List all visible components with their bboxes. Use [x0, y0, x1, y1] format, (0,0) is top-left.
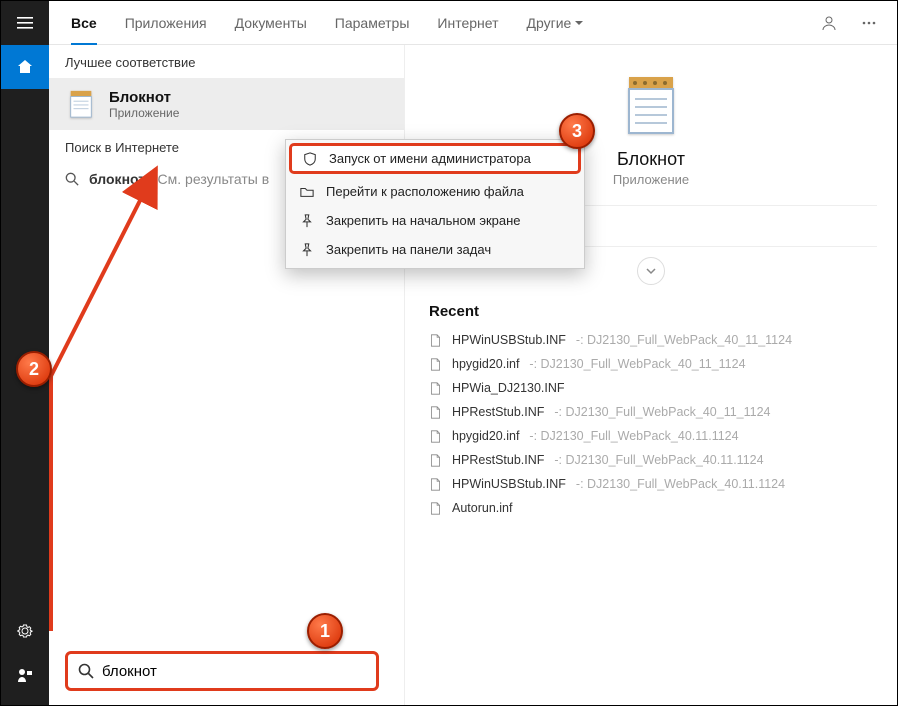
search-input[interactable] [102, 663, 366, 680]
file-icon [429, 478, 442, 491]
ctx-pin-start[interactable]: Закрепить на начальном экране [286, 206, 584, 235]
annotation-badge-2: 2 [16, 351, 52, 387]
ctx-label: Перейти к расположению файла [326, 184, 524, 199]
recent-item[interactable]: HPRestStub.INF -: DJ2130_Full_WebPack_40… [429, 400, 873, 424]
result-title: Блокнот [109, 89, 179, 106]
preview-title: Блокнот [617, 149, 685, 170]
annotation-arrow [41, 161, 191, 641]
recent-item[interactable]: hpygid20.inf -: DJ2130_Full_WebPack_40_1… [429, 352, 873, 376]
home-icon[interactable] [1, 45, 49, 89]
tab-documents[interactable]: Документы [221, 1, 321, 45]
shield-icon [303, 152, 317, 166]
ctx-pin-taskbar[interactable]: Закрепить на панели задач [286, 235, 584, 264]
ctx-label: Запуск от имени администратора [329, 151, 531, 166]
annotation-badge-1: 1 [307, 613, 343, 649]
ctx-open-location[interactable]: Перейти к расположению файла [286, 177, 584, 206]
best-match-header: Лучшее соответствие [49, 45, 404, 78]
context-menu: Запуск от имени администратора Перейти к… [285, 139, 585, 269]
pin-icon [300, 214, 314, 228]
file-icon [429, 406, 442, 419]
result-notepad[interactable]: Блокнот Приложение [49, 78, 404, 130]
more-icon[interactable] [849, 15, 889, 31]
annotation-badge-3: 3 [559, 113, 595, 149]
recent-header: Recent [405, 295, 897, 328]
file-icon [429, 358, 442, 371]
ctx-label: Закрепить на панели задач [326, 242, 491, 257]
tab-all[interactable]: Все [57, 1, 111, 45]
search-icon [78, 663, 94, 679]
file-icon [429, 502, 442, 515]
expand-button[interactable] [637, 257, 665, 285]
recent-item[interactable]: Autorun.inf [429, 496, 873, 520]
search-tabs: Все Приложения Документы Параметры Интер… [49, 1, 897, 45]
recent-item[interactable]: HPWia_DJ2130.INF [429, 376, 873, 400]
recent-item[interactable]: HPRestStub.INF -: DJ2130_Full_WebPack_40… [429, 448, 873, 472]
preview-subtitle: Приложение [613, 172, 689, 187]
tab-settings[interactable]: Параметры [321, 1, 424, 45]
file-icon [429, 334, 442, 347]
file-icon [429, 382, 442, 395]
hamburger-menu[interactable] [1, 1, 49, 45]
folder-icon [300, 185, 314, 199]
file-icon [429, 454, 442, 467]
recent-list: HPWinUSBStub.INF -: DJ2130_Full_WebPack_… [405, 328, 897, 530]
feedback-icon[interactable] [1, 653, 49, 697]
notepad-large-icon [619, 73, 683, 137]
ctx-run-as-admin[interactable]: Запуск от имени администратора [289, 143, 581, 174]
file-icon [429, 430, 442, 443]
tab-apps[interactable]: Приложения [111, 1, 221, 45]
recent-item[interactable]: HPWinUSBStub.INF -: DJ2130_Full_WebPack_… [429, 328, 873, 352]
account-icon[interactable] [809, 15, 849, 31]
tab-internet[interactable]: Интернет [423, 1, 512, 45]
recent-item[interactable]: HPWinUSBStub.INF -: DJ2130_Full_WebPack_… [429, 472, 873, 496]
pin-icon [300, 243, 314, 257]
chevron-down-icon [645, 265, 657, 277]
tab-more[interactable]: Другие [513, 1, 598, 45]
result-subtitle: Приложение [109, 106, 179, 120]
ctx-label: Закрепить на начальном экране [326, 213, 521, 228]
search-bar[interactable] [65, 651, 379, 691]
notepad-icon [65, 88, 97, 120]
recent-item[interactable]: hpygid20.inf -: DJ2130_Full_WebPack_40.1… [429, 424, 873, 448]
